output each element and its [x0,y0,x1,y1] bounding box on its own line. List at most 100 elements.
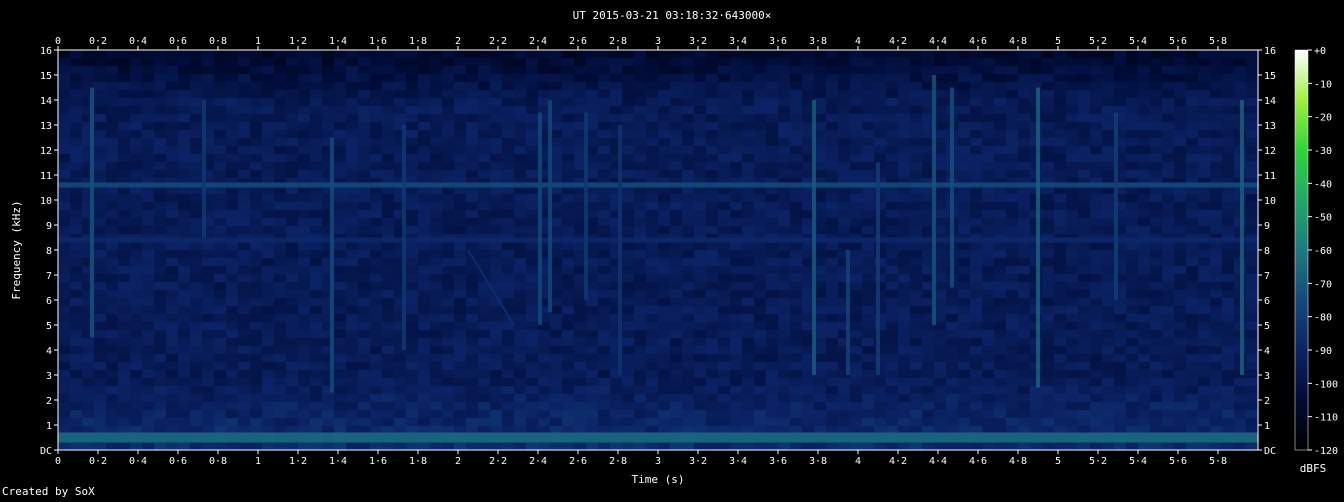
heat-cell [58,322,71,331]
heat-cell [1090,90,1103,99]
heat-cell [754,210,767,219]
heat-cell [826,66,839,75]
heat-cell [310,218,323,227]
heat-cell [394,362,407,371]
heat-cell [178,138,191,147]
heat-cell [778,258,791,267]
heat-cell [586,58,599,67]
heat-cell [526,354,539,363]
heat-cell [754,226,767,235]
heat-cell [910,202,923,211]
heat-cell [622,322,635,331]
heat-cell [826,298,839,307]
heat-cell [1174,130,1187,139]
heat-cell [718,306,731,315]
heat-cell [358,114,371,123]
heat-cell [634,162,647,171]
heat-cell [862,274,875,283]
heat-cell [1234,50,1247,59]
heat-cell [886,98,899,107]
heat-cell [286,354,299,363]
heat-cell [778,402,791,411]
heat-cell [550,362,563,371]
heat-cell [898,226,911,235]
heat-cell [802,418,815,427]
heat-cell [1126,378,1139,387]
heat-cell [1066,338,1079,347]
heat-cell [94,114,107,123]
heat-cell [766,146,779,155]
heat-cell [754,154,767,163]
heat-cell [418,202,431,211]
heat-cell [1222,170,1235,179]
heat-cell [634,194,647,203]
heat-cell [874,418,887,427]
heat-cell [130,266,143,275]
heat-cell [478,194,491,203]
heat-cell [1066,274,1079,283]
heat-cell [298,306,311,315]
heat-cell [1054,314,1067,323]
heat-cell [490,242,503,251]
heat-cell [118,282,131,291]
heat-cell [142,66,155,75]
heat-cell [622,298,635,307]
heat-cell [970,82,983,91]
heat-cell [622,338,635,347]
heat-cell [778,354,791,363]
heat-cell [178,130,191,139]
heat-cell [1054,130,1067,139]
heat-cell [142,194,155,203]
heat-cell [670,410,683,419]
heat-cell [1054,442,1067,450]
heat-cell [862,98,875,107]
heat-cell [1126,210,1139,219]
heat-cell [706,442,719,450]
heat-cell [106,378,119,387]
heat-cell [1102,346,1115,355]
heat-cell [514,274,527,283]
heat-cell [346,442,359,450]
heat-cell [58,114,71,123]
heat-cell [226,170,239,179]
heat-cell [670,282,683,291]
heat-cell [754,306,767,315]
heat-cell [238,354,251,363]
heat-cell [1174,418,1187,427]
heat-cell [838,210,851,219]
heat-cell [1042,210,1055,219]
heat-cell [262,138,275,147]
heat-cell [1102,442,1115,450]
heat-cell [934,330,947,339]
heat-cell [1174,250,1187,259]
heat-cell [958,250,971,259]
heat-cell [1126,362,1139,371]
heat-cell [838,242,851,251]
heat-cell [1138,338,1151,347]
heat-cell [622,250,635,259]
heat-cell [1042,394,1055,403]
heat-cell [778,106,791,115]
heat-cell [442,338,455,347]
heat-cell [898,250,911,259]
heat-cell [658,346,671,355]
heat-cell [910,50,923,59]
heat-cell [1222,258,1235,267]
heat-cell [850,322,863,331]
heat-cell [1102,410,1115,419]
heat-cell [598,394,611,403]
heat-cell [1150,354,1163,363]
heat-cell [202,74,215,83]
heat-cell [874,170,887,179]
heat-cell [214,146,227,155]
heat-cell [178,410,191,419]
heat-cell [898,106,911,115]
heat-cell [598,50,611,59]
heat-cell [538,330,551,339]
heat-cell [826,170,839,179]
heat-cell [1186,298,1199,307]
heat-cell [934,370,947,379]
heat-cell [574,58,587,67]
heat-cell [1090,146,1103,155]
heat-cell [634,346,647,355]
